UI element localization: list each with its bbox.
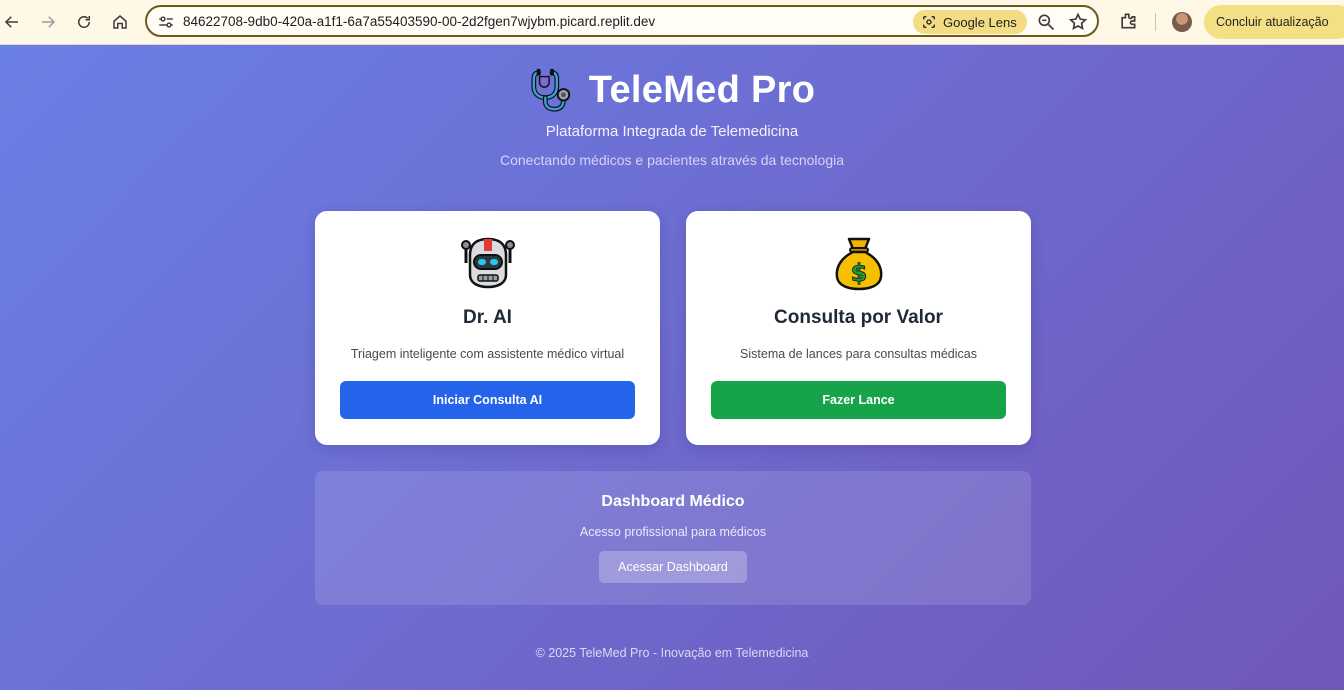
dashboard-title: Dashboard Médico	[601, 493, 745, 510]
reload-icon	[78, 16, 90, 28]
page-background: TeleMed Pro Plataforma Integrada de Tele…	[0, 45, 1344, 690]
home-icon	[113, 15, 127, 29]
place-bid-button[interactable]: Fazer Lance	[711, 381, 1006, 419]
url-text[interactable]: 84622708-9db0-420a-a1f1-6a7a55403590-00-…	[183, 14, 655, 29]
update-label: Concluir atualização	[1216, 15, 1329, 29]
zoom-icon[interactable]	[1036, 12, 1056, 32]
money-bag-icon: $	[686, 235, 1031, 291]
address-bar[interactable]: 84622708-9db0-420a-a1f1-6a7a55403590-00-…	[145, 5, 1099, 37]
page-subtitle: Plataforma Integrada de Telemedicina	[545, 123, 799, 140]
page-footer: © 2025 TeleMed Pro - Inovação em Telemed…	[535, 646, 809, 660]
browser-toolbar: 84622708-9db0-420a-a1f1-6a7a55403590-00-…	[0, 0, 1344, 45]
back-button[interactable]	[0, 10, 24, 34]
robot-icon	[315, 235, 660, 291]
card-description: Sistema de lances para consultas médicas	[740, 347, 977, 361]
dashboard-description: Acesso profissional para médicos	[579, 525, 767, 539]
extensions-icon[interactable]	[1118, 11, 1138, 31]
stethoscope-icon	[529, 67, 575, 113]
card-title: Dr. AI	[463, 307, 512, 328]
access-dashboard-button[interactable]: Acessar Dashboard	[599, 551, 747, 583]
update-button[interactable]: Concluir atualização	[1204, 5, 1344, 39]
forward-button[interactable]	[36, 10, 60, 34]
google-lens-button[interactable]: Google Lens	[913, 10, 1027, 34]
site-settings-icon[interactable]	[157, 13, 175, 31]
toolbar-divider	[1155, 13, 1156, 31]
lens-icon	[923, 16, 935, 28]
card-description: Triagem inteligente com assistente médic…	[350, 347, 625, 361]
card-title: Consulta por Valor	[774, 307, 943, 328]
page-title: TeleMed Pro	[588, 68, 816, 111]
bookmark-star-icon[interactable]	[1068, 12, 1088, 32]
profile-avatar[interactable]	[1172, 12, 1192, 32]
arrow-left-icon	[4, 16, 18, 28]
doctor-dashboard-panel: Dashboard Médico Acesso profissional par…	[315, 471, 1031, 605]
card-dr-ai: Dr. AI Triagem inteligente com assistent…	[315, 211, 660, 445]
google-lens-label: Google Lens	[943, 14, 1017, 30]
home-button[interactable]	[108, 10, 132, 34]
svg-text:$: $	[850, 259, 867, 287]
card-consulta-por-valor: $ Consulta por Valor Sistema de lances p…	[686, 211, 1031, 445]
page-tagline: Conectando médicos e pacientes através d…	[500, 152, 844, 168]
reload-button[interactable]	[72, 10, 96, 34]
arrow-right-icon	[42, 16, 56, 28]
start-ai-consultation-button[interactable]: Iniciar Consulta AI	[340, 381, 635, 419]
hero-header: TeleMed Pro Plataforma Integrada de Tele…	[0, 67, 1344, 169]
